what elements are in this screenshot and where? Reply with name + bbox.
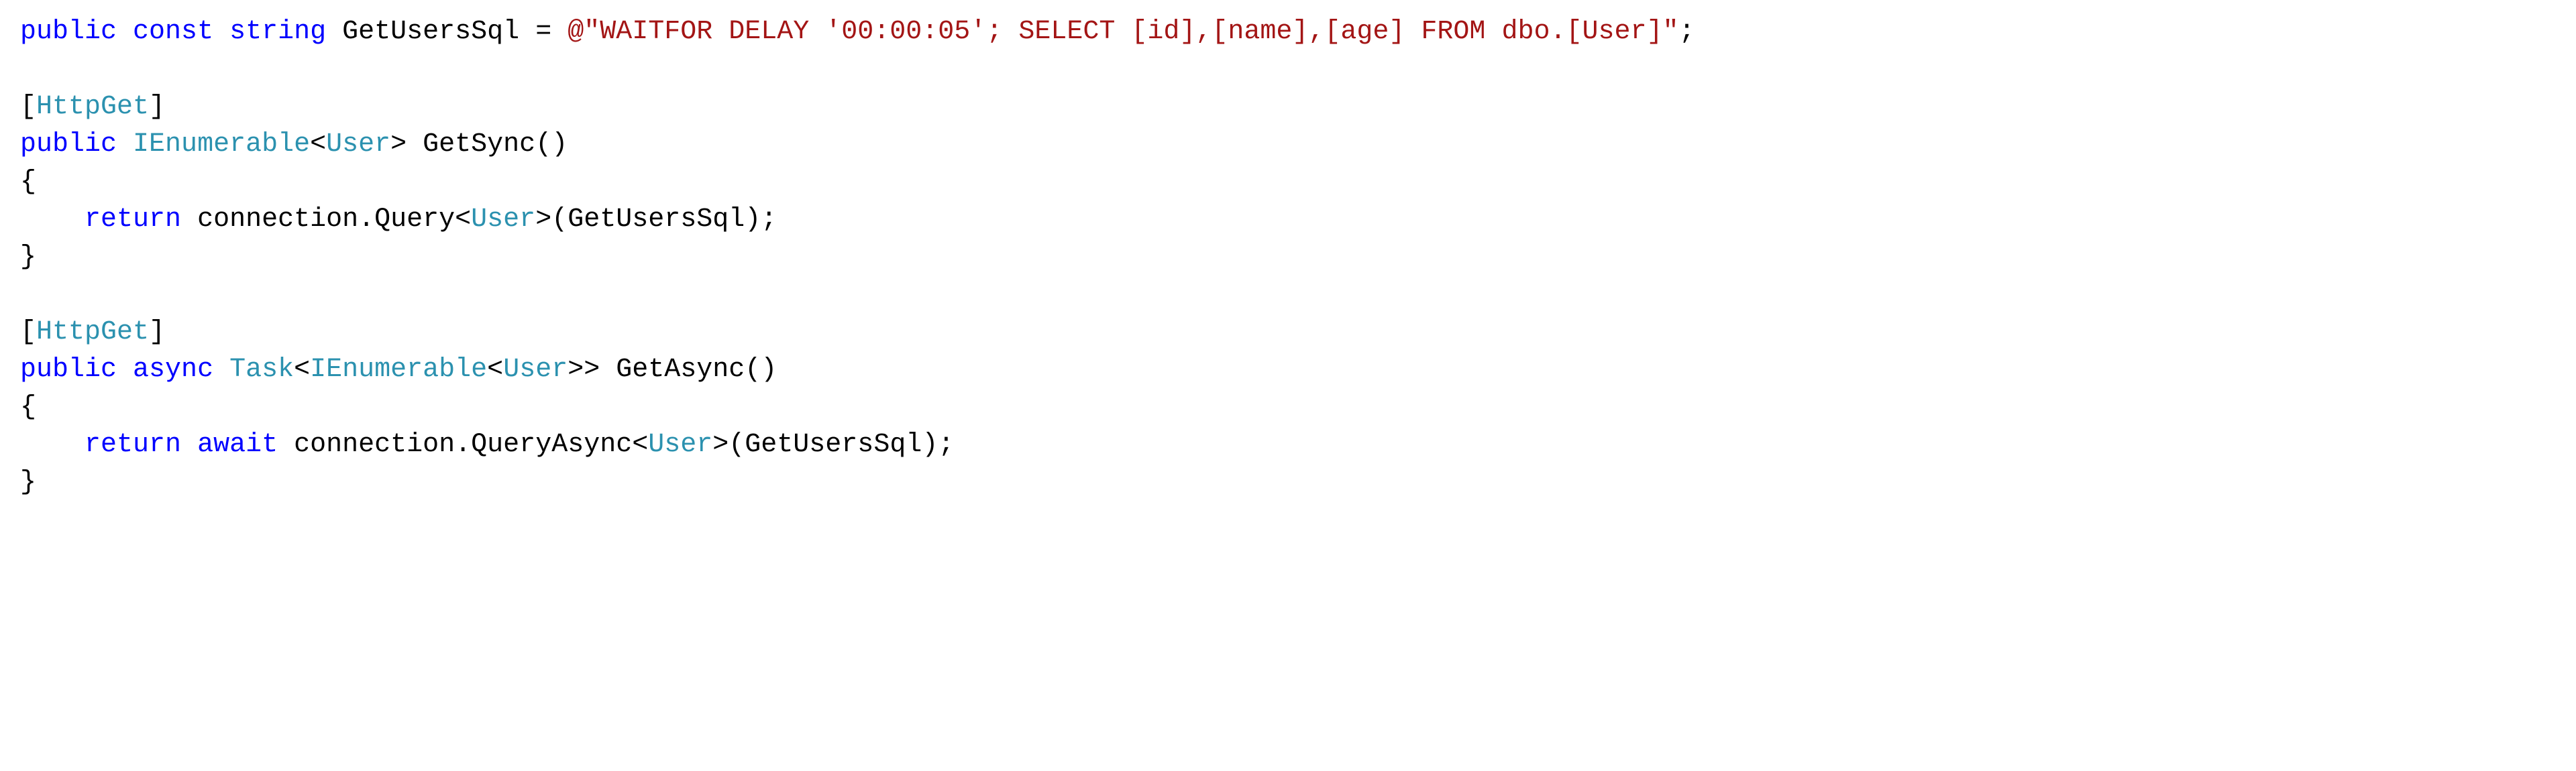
attribute-httpget: HttpGet [36,317,149,347]
brace-close: } [20,242,36,272]
keyword-public: public [20,355,117,385]
code-line: } [20,242,36,272]
semicolon: ; [1679,17,1695,47]
keyword-const: const [133,17,213,47]
type-ienumerable: IEnumerable [310,355,487,385]
angle-close: > [535,204,551,235]
paren-close: ) [922,430,938,460]
identifier-connection: connection [294,430,455,460]
brace-open: { [20,167,36,197]
paren-open: ( [551,204,568,235]
brace-open: { [20,392,36,422]
code-line: return await connection.QueryAsync<User>… [20,430,954,460]
code-block: public const string GetUsersSql = @"WAIT… [0,0,2576,515]
keyword-async: async [133,355,213,385]
attr-close-bracket: ] [149,92,165,122]
type-task: Task [229,355,294,385]
parens-empty: () [745,355,777,385]
code-line: { [20,167,36,197]
dot: . [455,430,471,460]
code-line: public async Task<IEnumerable<User>> Get… [20,355,777,385]
keyword-return: return [85,430,181,460]
angle-close: > [712,430,729,460]
operator-equals: = [519,17,568,47]
code-line: [HttpGet] [20,317,165,347]
parens-empty: () [535,129,568,160]
code-line: [HttpGet] [20,92,165,122]
identifier-getasync: GetAsync [616,355,745,385]
attribute-httpget: HttpGet [36,92,149,122]
angle-open: < [455,204,471,235]
identifier-getuserssql: GetUsersSql [745,430,922,460]
angle-open: < [632,430,648,460]
string-literal-prefix: @" [568,17,600,47]
angle-close: > [584,355,600,385]
keyword-await: await [197,430,278,460]
brace-close: } [20,467,36,497]
dot: . [358,204,374,235]
angle-close: > [390,129,407,160]
keyword-string: string [229,17,326,47]
paren-open: ( [729,430,745,460]
paren-close: ) [745,204,761,235]
identifier-connection: connection [197,204,358,235]
keyword-return: return [85,204,181,235]
semicolon: ; [938,430,954,460]
type-user: User [326,129,390,160]
indent [20,430,85,460]
keyword-public: public [20,17,117,47]
identifier-queryasync: QueryAsync [471,430,632,460]
attr-close-bracket: ] [149,317,165,347]
type-user: User [503,355,568,385]
type-user: User [648,430,712,460]
attr-open-bracket: [ [20,92,36,122]
type-ienumerable: IEnumerable [133,129,310,160]
angle-open: < [310,129,326,160]
angle-close: > [568,355,584,385]
identifier-query: Query [374,204,455,235]
string-literal-body: WAITFOR DELAY '00:00:05'; SELECT [id],[n… [600,17,1662,47]
attr-open-bracket: [ [20,317,36,347]
code-line: return connection.Query<User>(GetUsersSq… [20,204,777,235]
keyword-public: public [20,129,117,160]
code-line: } [20,467,36,497]
code-line: { [20,392,36,422]
identifier-getsync: GetSync [423,129,535,160]
semicolon: ; [761,204,777,235]
identifier-getuserssql: GetUsersSql [342,17,519,47]
identifier-getuserssql: GetUsersSql [568,204,745,235]
angle-open: < [294,355,310,385]
code-line: public IEnumerable<User> GetSync() [20,129,568,160]
type-user: User [471,204,535,235]
code-line: public const string GetUsersSql = @"WAIT… [20,17,1695,47]
indent [20,204,85,235]
string-literal-suffix: " [1662,17,1678,47]
angle-open: < [487,355,503,385]
